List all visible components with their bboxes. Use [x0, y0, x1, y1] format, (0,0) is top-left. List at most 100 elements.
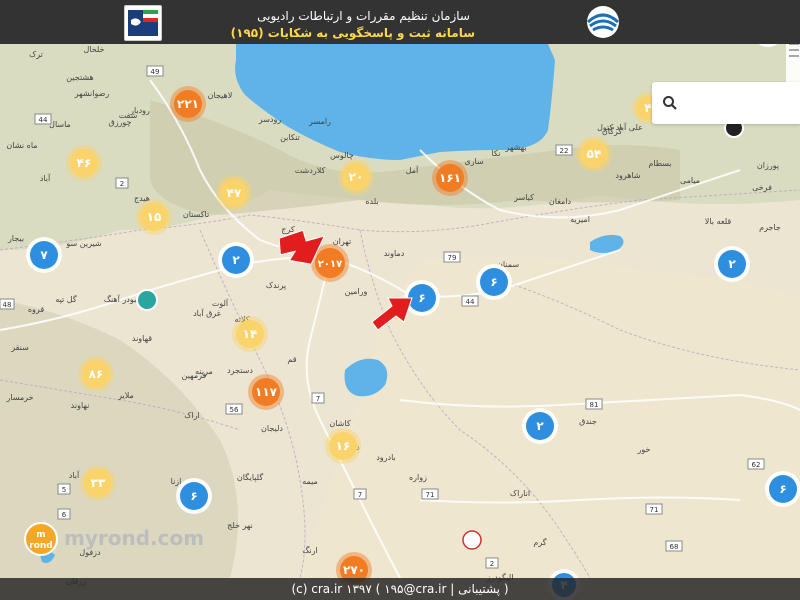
place-label: کرج: [281, 225, 295, 234]
cluster-marker[interactable]: ۶: [176, 478, 212, 514]
cluster-count: ۶: [490, 275, 497, 289]
place-label: پرندک: [266, 281, 286, 290]
cluster-marker[interactable]: ۱۴: [232, 316, 268, 352]
place-label: چالوس: [330, 151, 354, 160]
footer-text: (c) cra.ir ۱۳۹۷ ( ۱۹۵@cra.ir | پشتیبانی …: [291, 582, 509, 596]
place-label: جندق: [579, 417, 597, 426]
place-label: نکا: [491, 149, 500, 158]
place-label: ازنا: [171, 477, 182, 486]
cluster-marker[interactable]: ۱۵: [136, 199, 172, 235]
place-label: بهشهر: [504, 143, 526, 152]
cluster-marker[interactable]: ۷: [26, 237, 62, 273]
place-label: ترک: [29, 50, 43, 59]
cluster-marker[interactable]: ۱۶۱: [432, 160, 468, 196]
cluster-marker[interactable]: ۲۰: [338, 159, 374, 195]
place-label: گل تپه: [55, 294, 77, 304]
place-label: کبودر آهنگ: [104, 294, 141, 304]
svg-text:56: 56: [230, 406, 239, 414]
place-label: شاهرود: [615, 171, 640, 180]
cluster-marker[interactable]: ۶: [476, 264, 512, 300]
place-label: آباد: [69, 470, 80, 480]
place-label: خلخال: [83, 45, 104, 54]
cluster-count: ۷: [40, 248, 48, 262]
cluster-count: ۶: [779, 482, 786, 496]
place-label: دلیجان: [261, 424, 283, 433]
cluster-marker[interactable]: ۲۲۱: [170, 86, 206, 122]
place-label: لاهیجان: [208, 91, 233, 100]
place-label: تنکابن: [280, 133, 300, 142]
place-label: ساری: [464, 157, 484, 166]
svg-text:81: 81: [590, 401, 599, 409]
place-label: قهاوند: [132, 334, 152, 343]
place-label: نهاوند: [71, 401, 90, 410]
place-label: چورزق: [108, 118, 131, 127]
place-label: بیجار: [7, 234, 24, 243]
place-label: پورزان: [757, 161, 779, 170]
cluster-marker[interactable]: ۲: [218, 242, 254, 278]
place-label: میمه: [302, 477, 318, 486]
place-label: قم: [287, 355, 296, 364]
cluster-marker[interactable]: ۵۴: [576, 136, 612, 172]
place-label: کاشان: [329, 419, 350, 428]
cluster-count: ۲: [232, 253, 240, 267]
place-label: آمل: [406, 165, 419, 175]
place-label: گرم: [533, 537, 546, 547]
watermark-brand: m rond myrond.com: [20, 520, 204, 560]
cluster-marker[interactable]: ۸۶: [78, 356, 114, 392]
svg-text:44: 44: [39, 116, 48, 124]
cluster-marker[interactable]: ۱۱۷: [248, 374, 284, 410]
place-label: جاجرم: [759, 223, 781, 232]
place-label: دامغان: [549, 197, 572, 206]
place-label: آلوت: [212, 298, 229, 308]
watermark-text: myrond.com: [64, 526, 205, 550]
search-icon[interactable]: [662, 95, 678, 111]
place-label: قروه: [28, 305, 44, 314]
cluster-marker[interactable]: ۲: [522, 408, 558, 444]
place-label: میامی: [680, 176, 700, 185]
cra-logo-icon: [580, 4, 626, 40]
cluster-marker[interactable]: ۴۷: [216, 175, 252, 211]
place-label: زواره: [409, 473, 427, 482]
cluster-count: ۳۳: [91, 476, 106, 490]
place-label: ارنگ: [302, 545, 317, 555]
place-label: کلاردشت: [295, 166, 326, 175]
place-label: بلده: [365, 197, 378, 206]
cluster-count: ۱۱۷: [255, 385, 278, 399]
place-label: نهر خلج: [227, 521, 253, 530]
place-label: امیریه: [570, 215, 590, 224]
svg-text:5: 5: [62, 486, 66, 494]
place-label: رضوانشهر: [74, 89, 110, 98]
place-label: خرمسار: [5, 393, 33, 402]
place-label: گلپایگان: [237, 472, 263, 482]
cluster-count: ۱۶: [336, 439, 351, 453]
cluster-count: ۴۷: [227, 186, 242, 200]
cluster-count: ۲۲۱: [177, 97, 199, 111]
cluster-count: ۴۶: [77, 156, 92, 170]
svg-text:48: 48: [3, 301, 12, 309]
search-box[interactable]: [652, 82, 800, 124]
place-label: بسطام: [648, 159, 671, 168]
cluster-marker[interactable]: ۴۶: [66, 145, 102, 181]
cluster-count: ۵۴: [587, 147, 602, 161]
cluster-count: ۶: [190, 489, 197, 503]
place-label: ورامین: [345, 287, 368, 296]
app-header: سازمان تنظیم مقررات و ارتباطات رادیویی س…: [0, 0, 800, 44]
svg-text:2: 2: [490, 560, 494, 568]
cluster-count: ۴: [644, 101, 651, 115]
place-label: ماه نشان: [6, 141, 37, 150]
search-input[interactable]: [684, 90, 798, 116]
cluster-count: ۶: [418, 291, 425, 305]
cluster-marker[interactable]: ۱۶: [325, 428, 361, 464]
brand-badge-icon: m rond: [24, 522, 58, 556]
svg-text:71: 71: [650, 506, 659, 514]
cluster-marker[interactable]: ۲: [714, 246, 750, 282]
svg-text:49: 49: [151, 68, 160, 76]
svg-text:62: 62: [752, 461, 761, 469]
cluster-count: ۲: [536, 419, 544, 433]
cluster-count: ۸۶: [89, 367, 104, 381]
cluster-marker[interactable]: ۶: [765, 471, 800, 507]
place-label: فرمهین: [182, 371, 207, 380]
place-label: ماسال: [49, 120, 71, 129]
svg-text:79: 79: [448, 254, 457, 262]
cluster-marker[interactable]: ۳۳: [80, 465, 116, 501]
